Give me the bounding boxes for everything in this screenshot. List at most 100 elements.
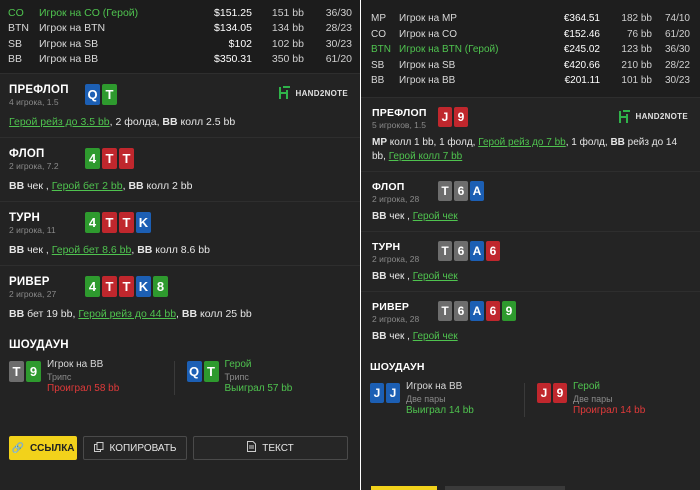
street-actions: BB бет 19 bb, Герой рейз до 44 bb, BB ко… <box>9 307 351 321</box>
showdown-hand: Трипс <box>47 372 72 382</box>
playing-card: 6 <box>454 300 468 321</box>
player-name: Игрок на BB <box>39 53 99 66</box>
street-2: ТУРН 2 игрока, 11 4 T T K BB чек , Герой бет 8… <box>0 201 360 265</box>
street-header: ТУРН 2 игрока, 11 4 T T K <box>9 212 351 235</box>
player-stats: 30/23 <box>325 37 352 50</box>
playing-card: 6 <box>454 180 468 201</box>
street-0: ПРЕФЛОП 4 игрока, 1.5 Q T HAND2NOTE Герой рей… <box>0 73 360 137</box>
action-text: чек , <box>386 270 413 282</box>
playing-card: 9 <box>502 300 516 321</box>
action-text: колл 25 bb <box>197 308 252 320</box>
showdown-players: J J Игрок на BB Две пары Выиграл 14 bb J 9 Геро… <box>370 381 691 417</box>
action-text: бет 19 bb, <box>24 308 79 320</box>
player-stats: 61/20 <box>325 53 352 66</box>
divider <box>524 382 525 417</box>
street-2: ТУРН 2 игрока, 28 T 6 A 6 BB чек , Герой чек <box>361 230 700 291</box>
player-stack: $134.05 <box>214 22 252 35</box>
street-title-block: ФЛОП 2 игрока, 28 <box>372 181 434 204</box>
playing-card: 8 <box>153 276 168 297</box>
street-players-pot: 2 игрока, 28 <box>372 253 420 264</box>
playing-card: T <box>119 276 134 297</box>
players-table: CO Игрок на CO (Герой) $151.25 151 bb 36/30 … <box>0 0 360 73</box>
playing-card: T <box>102 276 117 297</box>
action-text: BB <box>9 180 25 192</box>
street-header: ТУРН 2 игрока, 28 T 6 A 6 <box>372 240 689 264</box>
player-row: CO Игрок на CO (Герой) $151.25 151 bb 36/30 <box>8 5 352 21</box>
street-title-block: РИВЕР 2 игрока, 28 <box>372 301 434 324</box>
playing-card: 6 <box>454 240 468 261</box>
showdown-title: ШОУДАУН <box>370 360 425 373</box>
playing-card: A <box>470 180 484 201</box>
card-group: JJ <box>370 382 400 403</box>
street-actions: BB чек , Герой бет 2 bb, BB колл 2 bb <box>9 179 351 193</box>
showdown-player: J 9 Герой Две пары Проиграл 14 bb <box>537 381 691 417</box>
street-actions: BB чек , Герой чек <box>372 330 689 344</box>
document-icon <box>247 441 257 455</box>
action-text: чек , <box>386 330 413 342</box>
player-stack-bb: 182 bb <box>621 13 652 25</box>
hero-action: Герой рейз до 7 bb <box>478 136 566 148</box>
player-row: BTN Игрок на BTN $134.05 134 bb 28/23 <box>8 21 352 37</box>
card-group: T6A69 <box>438 300 516 321</box>
action-text: колл 8.6 bb <box>152 244 210 256</box>
player-position: CO <box>8 6 24 19</box>
showdown-player-name: Игрок на BB <box>47 359 104 370</box>
player-position: BB <box>371 75 385 87</box>
playing-card: 9 <box>454 106 468 127</box>
copy-button[interactable]: КОПИРОВАТЬ <box>83 436 187 460</box>
street-actions: BB чек , Герой бет 8.6 bb, BB колл 8.6 b… <box>9 243 351 257</box>
action-text: BB <box>181 308 198 320</box>
playing-card: J <box>438 106 452 127</box>
street-players-pot: 2 игрока, 28 <box>372 313 420 324</box>
player-stats: 28/23 <box>325 22 352 35</box>
street-title-block: ПРЕФЛОП 4 игрока, 1.5 <box>9 84 81 107</box>
action-text: BB <box>137 244 153 256</box>
player-stats: 61/20 <box>664 28 690 40</box>
copy-button[interactable] <box>445 486 565 490</box>
action-buttons: 🔗 ССЫЛКА КОПИРОВАТЬ ТЕКСТ <box>9 436 348 460</box>
street-3: РИВЕР 2 игрока, 27 4 T T K 8 BB бет 19 bb, Геро… <box>0 265 360 329</box>
playing-card: J <box>537 382 551 403</box>
playing-card: A <box>470 300 484 321</box>
player-position: CO <box>371 28 386 40</box>
player-row: SB Игрок на SB €420.66 210 bb 28/22 <box>371 58 690 74</box>
player-position: BTN <box>8 22 29 35</box>
player-stack: $102 <box>228 37 252 50</box>
showdown-section: ШОУДАУН J J Игрок на BB Две пары Выиграл 14 b… <box>361 351 700 417</box>
player-row: BB Игрок на BB $350.31 350 bb 61/20 <box>8 52 352 68</box>
street-header: ФЛОП 2 игрока, 28 T 6 A <box>372 180 689 204</box>
action-text: , 2 фолда, <box>109 116 163 128</box>
link-button-label: ССЫЛКА <box>29 442 75 454</box>
action-text: BB <box>162 116 178 128</box>
playing-card: T <box>102 212 117 233</box>
playing-card: 4 <box>85 212 100 233</box>
players-table: MP Игрок на MP €364.51 182 bb 74/10 CO Игрок … <box>361 0 700 97</box>
text-button[interactable]: ТЕКСТ <box>193 436 348 460</box>
player-stack: $151.25 <box>214 6 252 19</box>
player-stack-bb: 102 bb <box>271 37 304 50</box>
action-text: BB <box>372 210 387 222</box>
player-row: BB Игрок на BB €201.11 101 bb 30/23 <box>371 73 690 89</box>
player-stack: €245.02 <box>563 44 600 56</box>
street-title-block: ТУРН 2 игрока, 28 <box>372 241 434 264</box>
street-players-pot: 4 игрока, 1.5 <box>9 97 59 107</box>
hand2note-icon <box>278 86 292 100</box>
playing-card: A <box>470 240 484 261</box>
playing-card: J <box>370 382 384 403</box>
player-name: Игрок на BB <box>399 75 456 87</box>
player-name: Игрок на SB <box>399 59 456 71</box>
link-button[interactable] <box>371 486 437 490</box>
link-button[interactable]: 🔗 ССЫЛКА <box>9 436 77 460</box>
playing-card: Q <box>85 84 100 105</box>
card-group: J9 <box>537 382 567 403</box>
hand2note-logo: HAND2NOTE <box>278 86 348 100</box>
player-position: SB <box>371 59 385 71</box>
playing-card: K <box>136 276 151 297</box>
street-1: ФЛОП 2 игрока, 7.2 4 T T BB чек , Герой бет 2… <box>0 137 360 201</box>
playing-card: T <box>119 212 134 233</box>
playing-card: 9 <box>26 361 41 382</box>
player-row: BTN Игрок на BTN (Герой) €245.02 123 bb 36/3… <box>371 42 690 58</box>
street-players-pot: 2 игрока, 7.2 <box>9 161 59 171</box>
card-group: 4TTK8 <box>85 276 168 297</box>
action-text: , 1 фолд, <box>565 136 611 148</box>
